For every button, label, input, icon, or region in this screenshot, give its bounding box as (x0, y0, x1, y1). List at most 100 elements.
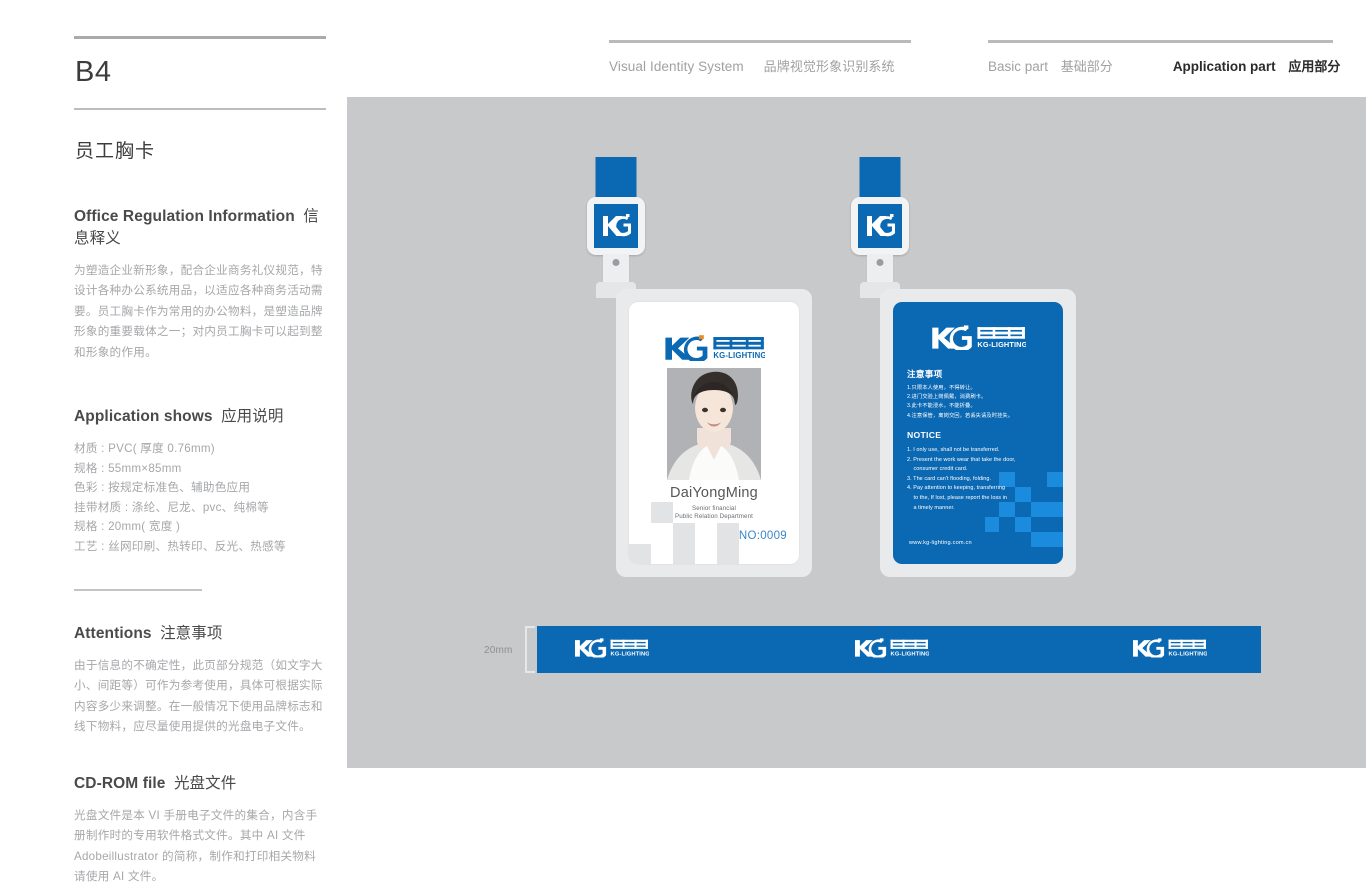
notice-cn-item: 1.只限本人使用，不得转让。 (907, 385, 976, 391)
sidebar-rule-second (74, 108, 326, 110)
section-cdrom-heading: CD-ROM file 光盘文件 (74, 771, 326, 793)
application-spec-list: 材质 : PVC( 厚度 0.76mm) 规格 : 55mm×85mm 色彩 :… (74, 439, 326, 557)
clip-rivet-hole-back (876, 259, 884, 266)
notice-en-item: 2. Present the work wear that take the d… (907, 456, 1016, 463)
notice-en-item: 4. Pay attention to keeping, transferrin… (907, 485, 1006, 492)
sidebar-divider (74, 588, 202, 591)
notice-en-item: 3. The card can't flooding, folding. (907, 475, 992, 482)
employee-photo (667, 368, 761, 480)
section-info-body: 为塑造企业新形象，配合企业商务礼仪规范，特设计各种办公系统用品，以适应各种商务活… (74, 263, 323, 359)
notice-cn-item: 3.此卡不能浸水，不能折叠。 (907, 403, 976, 410)
nav-basic-part-en: Basic part (988, 59, 1049, 74)
check-cell (1031, 532, 1047, 547)
section-attentions-heading-en: Attentions (74, 624, 152, 642)
lanyard-strip: KG-LIGHTING KG-LIGHTING KG-LIGHTING (537, 626, 1261, 673)
clip-logo-mark-back (858, 204, 902, 248)
header-vis-line: Visual Identity System 品牌视觉形象识别系统 (609, 56, 911, 75)
notice-list-cn: 1.只限本人使用，不得转让。 2.进门交验上岗佩戴，消费刷卡。 3.此卡不能浸水… (907, 384, 1053, 421)
lanyard-logo: KG-LIGHTING (573, 637, 650, 662)
sidebar: B4 员工胸卡 Office Regulation Information 信息… (74, 36, 326, 888)
svg-text:KG-LIGHTING: KG-LIGHTING (713, 351, 765, 360)
section-info-heading-en: Office Regulation Information (74, 207, 295, 225)
id-card-front: KG-LIGHTING DaiYongMing Senior financial… (629, 302, 799, 564)
page-title: 员工胸卡 (75, 140, 156, 162)
nav-application-part-cn: 应用部分 (1288, 59, 1341, 74)
check-cell (717, 523, 739, 544)
spec-item: 规格 : 55mm×85mm (74, 461, 182, 475)
notice-heading-en: NOTICE (907, 430, 942, 440)
id-card-back: KG-LIGHTING 注意事项 1.只限本人使用，不得转让。 2.进门交验上岗… (893, 302, 1063, 564)
kg-lighting-logo-icon: KG-LIGHTING (665, 335, 765, 361)
notice-en-item: a timely manner. (913, 504, 955, 511)
spec-item: 工艺 : 丝网印刷、热转印、反光、热感等 (74, 539, 286, 553)
employee-role-line-1: Senior financial (692, 505, 736, 512)
employee-role-line-2: Public Relation Department (675, 513, 753, 520)
clip-rivet-hole-front (612, 259, 620, 266)
section-attentions: Attentions 注意事项 由于信息的不确定性，此页部分规范（如文字大小、间… (74, 621, 326, 738)
check-cell (1015, 517, 1031, 532)
nav-basic-part-cn: 基础部分 (1060, 59, 1113, 74)
notice-list-en: 1. I only use, shall not be transferred.… (907, 446, 1054, 513)
section-application-heading-cn: 应用说明 (221, 408, 284, 425)
spec-item: 挂带材质 : 涤纶、尼龙、pvc、纯棉等 (74, 500, 270, 514)
kg-lighting-logo-white-icon: KG-LIGHTING (855, 637, 930, 659)
section-info-heading: Office Regulation Information 信息释义 (74, 204, 326, 248)
card-front-brand-logo: KG-LIGHTING (629, 334, 799, 361)
section-cdrom-heading-en: CD-ROM file (74, 774, 166, 792)
section-attentions-heading: Attentions 注意事项 (74, 621, 326, 643)
notice-en-item: consumer credit card. (913, 466, 968, 473)
badge-holder-front: KG-LIGHTING DaiYongMing Senior financial… (616, 289, 812, 577)
lanyard-logo: KG-LIGHTING (1131, 637, 1208, 662)
page-code: B4 (75, 56, 112, 88)
section-attentions-body: 由于信息的不确定性，此页部分规范（如文字大小、间距等）可作为参考使用，具体可根据… (74, 658, 323, 734)
section-application-shows: Application shows 应用说明 材质 : PVC( 厚度 0.76… (74, 404, 326, 557)
section-cdrom-heading-cn: 光盘文件 (173, 774, 237, 792)
header-vis-en: Visual Identity System (609, 59, 744, 74)
spec-item: 材质 : PVC( 厚度 0.76mm) (74, 442, 215, 455)
notice-en-item: to the, If lost, please report the loss … (913, 494, 1008, 501)
section-attentions-heading-cn: 注意事项 (160, 624, 223, 642)
card-number: NO:0009 (738, 530, 787, 542)
check-cell (673, 544, 695, 564)
section-application-heading-en: Application shows (74, 408, 213, 425)
preview-canvas: KG-LIGHTING DaiYongMing Senior financial… (347, 97, 1366, 768)
lanyard-logo: KG-LIGHTING (853, 637, 930, 662)
check-cell (717, 544, 739, 564)
notice-heading-cn: 注意事项 (907, 369, 943, 379)
svg-text:KG-LIGHTING: KG-LIGHTING (1169, 651, 1207, 657)
check-cell (985, 517, 999, 532)
check-cell (629, 544, 651, 564)
check-cell (673, 523, 695, 544)
header-vis-group: Visual Identity System 品牌视觉形象识别系统 (609, 40, 911, 75)
badge-clip-front (587, 197, 645, 255)
kg-lighting-logo-white-icon: KG-LIGHTING (932, 325, 1026, 350)
brand-website: www.kg-lighting.com.cn (909, 540, 972, 546)
kg-logo-mark-icon (603, 214, 631, 237)
header-vis-cn: 品牌视觉形象识别系统 (763, 59, 895, 74)
header-rule-right (988, 40, 1333, 43)
header-rule-left (609, 40, 911, 43)
badge-clip-back (851, 197, 909, 255)
portrait-placeholder-icon (667, 368, 761, 480)
nav-application-part[interactable]: Application part 应用部分 (1173, 56, 1341, 75)
kg-lighting-logo-white-icon: KG-LIGHTING (575, 637, 650, 659)
lanyard-measure-bracket (525, 626, 535, 673)
notice-cn-item: 4.注意保管，离岗交回，若丢失请及时挂失。 (907, 412, 1014, 419)
nav-application-part-en: Application part (1172, 59, 1276, 74)
notice-en-item: 1. I only use, shall not be transferred. (907, 447, 1000, 453)
svg-text:KG-LIGHTING: KG-LIGHTING (891, 651, 929, 657)
clip-logo-mark-front (594, 204, 638, 248)
kg-logo-mark-icon (867, 214, 895, 237)
spec-item: 规格 : 20mm( 宽度 ) (74, 520, 181, 534)
card-back-brand-logo: KG-LIGHTING (893, 324, 1063, 350)
sidebar-rule-top (74, 36, 326, 39)
employee-name: DaiYongMing (670, 485, 758, 501)
section-application-heading: Application shows 应用说明 (74, 404, 326, 426)
section-office-regulation-information: Office Regulation Information 信息释义 为塑造企业… (74, 204, 326, 364)
svg-text:KG-LIGHTING: KG-LIGHTING (611, 651, 649, 657)
section-cdrom-body: 光盘文件是本 VI 手册电子文件的集合，内含手册制作时的专用软件格式文件。其中 … (74, 808, 318, 884)
lanyard-width-label: 20mm (484, 645, 513, 656)
header-parts-group: Basic part 基础部分 Application part 应用部分 (988, 40, 1340, 75)
kg-lighting-logo-white-icon: KG-LIGHTING (1133, 637, 1208, 659)
nav-basic-part[interactable]: Basic part 基础部分 (988, 56, 1113, 75)
